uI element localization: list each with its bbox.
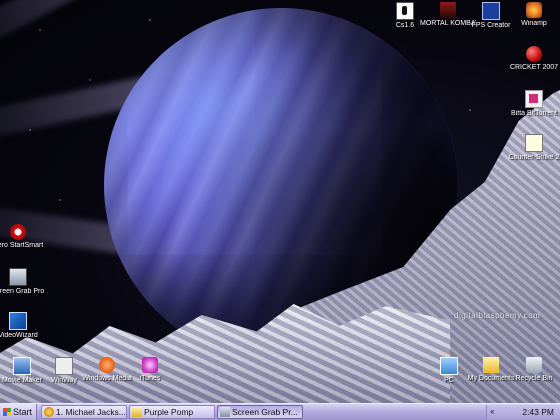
desktop-icon-bittorrent[interactable]: Bitta BitTorrent (506, 90, 560, 118)
my-documents-icon (483, 357, 499, 373)
winway-icon (55, 357, 73, 375)
my-computer-icon (440, 357, 458, 375)
screen-grab-icon (9, 268, 27, 286)
task-label: Screen Grab Pr... (232, 407, 298, 417)
desktop-icon-nero[interactable]: Nero StartSmart (0, 224, 46, 250)
screen-grab-icon (220, 407, 230, 417)
clock[interactable]: 2:43 PM (522, 405, 554, 419)
fps-creator-icon (482, 2, 500, 20)
task-label: 1. Michael Jacks... (56, 407, 126, 417)
recycle-bin-icon (526, 357, 542, 373)
icon-label: Nero StartSmart (0, 242, 44, 249)
icon-label: Recycle Bin (515, 375, 553, 382)
taskbar-button-screen-grab[interactable]: Screen Grab Pr... (217, 405, 303, 419)
icon-label: Winamp (521, 20, 547, 27)
icon-label: iTunes (139, 375, 161, 382)
video-wizard-icon (9, 312, 27, 330)
windows-logo-icon (3, 408, 11, 416)
counter-strike-icon (525, 134, 543, 152)
folder-icon (132, 407, 142, 417)
taskbar-button-purple-pomp[interactable]: Purple Pomp (129, 405, 215, 419)
desktop-icon-screen-grab[interactable]: Screen Grab Pro (0, 268, 46, 296)
cricket-icon (526, 46, 542, 62)
task-label: Purple Pomp (144, 407, 194, 417)
desktop-background: digitalblasphemy.com Cs1.6 MORTAL KOMBAT… (0, 0, 560, 403)
wallpaper-watermark: digitalblasphemy.com (454, 311, 541, 320)
desktop-icon-recycle-bin[interactable]: Recycle Bin (506, 357, 560, 383)
icon-label: Screen Grab Pro (0, 288, 45, 295)
start-label: Start (13, 407, 33, 417)
show-hidden-icons-button[interactable]: « (490, 405, 494, 419)
mortal-kombat-icon (440, 2, 456, 18)
desktop-icon-winamp[interactable]: Winamp (506, 2, 560, 28)
winamp-icon (526, 2, 542, 18)
system-tray: « 2:43 PM (486, 405, 560, 419)
nero-icon (10, 224, 26, 240)
start-button[interactable]: Start (0, 404, 37, 420)
icon-label: VideoWizard (0, 332, 38, 339)
desktop-icon-counter-strike[interactable]: Counter-Strike 2 (506, 134, 560, 162)
icon-label: CRICKET 2007 (509, 64, 559, 71)
bittorrent-icon (525, 90, 543, 108)
taskbar: Start 1. Michael Jacks... Purple Pomp Sc… (0, 403, 560, 420)
desktop-icon-cricket-2007[interactable]: CRICKET 2007 (506, 46, 560, 72)
counter-strike-icon (396, 2, 414, 20)
icon-label: Bitta BitTorrent (511, 110, 557, 117)
desktop-icon-itunes[interactable]: iTunes (122, 357, 178, 383)
desktop-icon-video-wizard[interactable]: VideoWizard (0, 312, 46, 340)
movie-maker-icon (13, 357, 31, 375)
icon-label: Counter-Strike 2 (508, 154, 560, 161)
taskbar-button-music[interactable]: 1. Michael Jacks... (41, 405, 127, 419)
music-player-icon (44, 407, 54, 417)
media-player-icon (99, 357, 115, 373)
itunes-icon (142, 357, 158, 373)
